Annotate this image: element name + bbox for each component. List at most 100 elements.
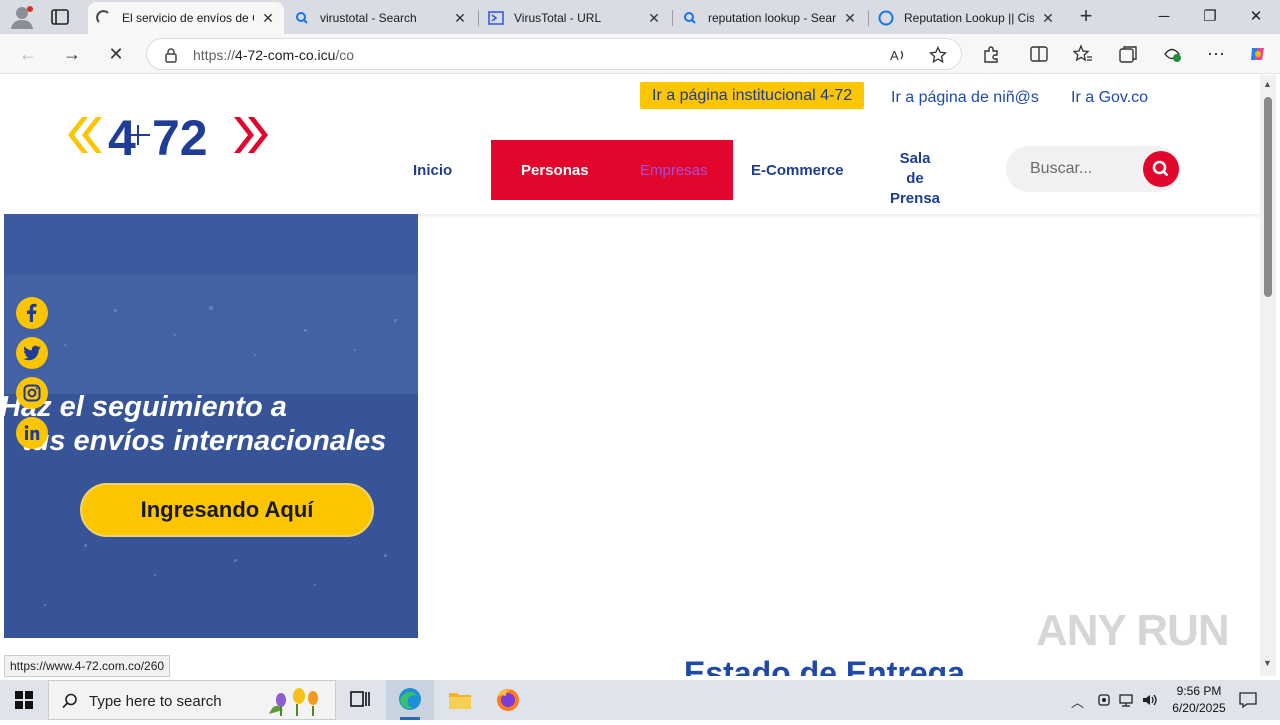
address-bar[interactable]: https://4-72-com-co.icu/co A bbox=[146, 38, 962, 70]
favorites-icon[interactable] bbox=[1073, 44, 1093, 64]
browser-essentials-icon[interactable] bbox=[1162, 44, 1182, 64]
link-hover-status-url: https://www.4-72.com.co/260 bbox=[4, 655, 171, 677]
virustotal-icon bbox=[488, 11, 504, 25]
restore-button[interactable]: ❐ bbox=[1187, 0, 1233, 34]
url-host: 4-72-com-co.icu bbox=[235, 47, 336, 63]
svg-text:A: A bbox=[890, 48, 899, 63]
institucional-page-button[interactable]: Ir a página institucional 4-72 bbox=[640, 82, 865, 109]
linkedin-icon bbox=[24, 425, 40, 440]
site-info-icon[interactable] bbox=[163, 47, 179, 63]
volume-icon[interactable] bbox=[1141, 692, 1159, 708]
minimize-button[interactable]: ─ bbox=[1141, 0, 1187, 34]
tab-title: reputation lookup - Searc bbox=[708, 11, 836, 25]
close-window-button[interactable]: ✕ bbox=[1233, 0, 1279, 34]
taskbar-clock[interactable]: 9:56 PM 6/20/2025 bbox=[1160, 683, 1238, 717]
site-search-box[interactable]: Buscar... bbox=[1006, 146, 1180, 192]
linkedin-link[interactable] bbox=[16, 417, 48, 449]
scrollbar-thumb[interactable] bbox=[1264, 97, 1272, 297]
search-icon bbox=[684, 12, 696, 24]
forward-button[interactable]: → bbox=[60, 42, 84, 66]
taskbar-search-box[interactable]: Type here to search bbox=[48, 680, 336, 720]
twitter-icon bbox=[23, 345, 41, 361]
nav-empresas[interactable]: Empresas bbox=[640, 162, 708, 179]
tab-active[interactable]: El servicio de envíos de C ✕ bbox=[88, 2, 284, 34]
split-screen-icon[interactable] bbox=[1029, 44, 1049, 64]
edge-taskbar-app[interactable] bbox=[386, 680, 434, 720]
search-icon bbox=[62, 693, 77, 709]
close-tab-icon[interactable]: ✕ bbox=[452, 10, 468, 27]
svg-text:72: 72 bbox=[152, 110, 208, 163]
nav-personas[interactable]: Personas bbox=[521, 162, 589, 179]
tab-title: VirusTotal - URL bbox=[514, 11, 602, 25]
search-icon bbox=[296, 12, 308, 24]
profile-icon[interactable] bbox=[8, 3, 36, 31]
banner-headline-line: Haz el seguimiento a bbox=[4, 391, 287, 423]
nav-sala-line: Sala bbox=[899, 150, 931, 167]
close-tab-icon[interactable]: ✕ bbox=[1040, 10, 1056, 27]
tab-separator bbox=[672, 10, 673, 26]
notifications-icon[interactable] bbox=[1238, 690, 1258, 710]
gov-co-link[interactable]: Ir a Gov.co bbox=[1071, 89, 1148, 107]
clock-time: 9:56 PM bbox=[1176, 684, 1222, 698]
file-explorer-icon[interactable] bbox=[436, 680, 484, 720]
settings-menu-button[interactable]: ⋯ bbox=[1204, 42, 1228, 66]
copilot-icon[interactable] bbox=[1248, 44, 1268, 64]
scroll-down-arrow-icon[interactable]: ▼ bbox=[1263, 658, 1272, 668]
scroll-up-arrow-icon[interactable]: ▲ bbox=[1263, 79, 1272, 89]
nav-sala-de-prensa[interactable]: Sala de Prensa bbox=[884, 149, 946, 209]
favorite-star-icon[interactable] bbox=[929, 46, 947, 64]
nav-sala-line: de bbox=[906, 170, 924, 187]
tab-virustotal-search[interactable]: virustotal - Search ✕ bbox=[286, 2, 476, 34]
search-button[interactable] bbox=[1143, 151, 1179, 187]
tulips-search-highlight-icon bbox=[269, 688, 318, 716]
back-button[interactable]: ← bbox=[16, 42, 40, 66]
nav-ecommerce[interactable]: E-Commerce bbox=[751, 162, 844, 179]
tab-reputation-search[interactable]: reputation lookup - Searc ✕ bbox=[674, 2, 866, 34]
site-header: 4 72 Ir a página institucional 4-72 Ir a… bbox=[4, 75, 1260, 214]
4-72-logo[interactable]: 4 72 bbox=[62, 107, 272, 163]
tab-virustotal-url[interactable]: VirusTotal - URL ✕ bbox=[480, 2, 670, 34]
twitter-link[interactable] bbox=[16, 337, 48, 369]
close-tab-icon[interactable]: ✕ bbox=[260, 10, 276, 27]
close-tab-icon[interactable]: ✕ bbox=[842, 10, 858, 27]
firefox-icon[interactable] bbox=[484, 680, 532, 720]
network-icon[interactable] bbox=[1118, 692, 1134, 708]
search-icon bbox=[1152, 160, 1169, 177]
page-scrollbar[interactable]: ▲ ▼ bbox=[1260, 75, 1276, 676]
task-view-icon[interactable] bbox=[336, 680, 384, 720]
taskbar-search-input[interactable]: Type here to search bbox=[89, 693, 222, 710]
stop-loading-button[interactable]: ✕ bbox=[104, 42, 128, 66]
tracking-banner[interactable]: Haz el seguimiento a tus envíos internac… bbox=[4, 214, 418, 638]
tab-actions-icon[interactable] bbox=[48, 6, 72, 28]
tab-separator bbox=[868, 10, 869, 26]
facebook-link[interactable] bbox=[16, 297, 48, 329]
new-tab-button[interactable]: + bbox=[1074, 4, 1098, 28]
instagram-icon bbox=[23, 384, 41, 402]
banner-headline-line: tus envíos internacionales bbox=[22, 425, 387, 457]
nav-sala-line: Prensa bbox=[889, 190, 941, 207]
page-viewport: 4 72 Ir a página institucional 4-72 Ir a… bbox=[4, 75, 1260, 676]
nav-inicio[interactable]: Inicio bbox=[413, 162, 452, 179]
tab-title: El servicio de envíos de C bbox=[122, 11, 254, 25]
close-tab-icon[interactable]: ✕ bbox=[646, 10, 662, 27]
url-text[interactable]: https://4-72-com-co.icu/co bbox=[193, 47, 354, 63]
url-scheme: https:// bbox=[193, 47, 236, 63]
url-path: /co bbox=[335, 47, 355, 63]
cisco-icon bbox=[878, 10, 894, 26]
estado-de-entrega-heading: Estado de Entrega bbox=[684, 655, 965, 676]
tab-title: Reputation Lookup || Cisc bbox=[904, 11, 1034, 25]
tab-cisco-reputation[interactable]: Reputation Lookup || Cisc ✕ bbox=[870, 2, 1064, 34]
show-hidden-icons-icon[interactable]: ︿ bbox=[1071, 692, 1084, 711]
device-icon[interactable] bbox=[1096, 692, 1112, 708]
browser-tab-strip: El servicio de envíos de C ✕ virustotal … bbox=[0, 0, 1280, 34]
windows-start-icon[interactable] bbox=[0, 680, 48, 720]
ingresando-aqui-button[interactable]: Ingresando Aquí bbox=[80, 483, 374, 537]
collections-icon[interactable] bbox=[1118, 44, 1138, 64]
search-input[interactable]: Buscar... bbox=[1030, 160, 1092, 178]
windows-taskbar: Type here to search ︿ 9:56 PM 6/20/2025 bbox=[0, 680, 1280, 720]
ninos-page-link[interactable]: Ir a página de niñ@s bbox=[891, 89, 1039, 107]
loading-spinner-icon bbox=[96, 10, 109, 23]
instagram-link[interactable] bbox=[16, 377, 48, 409]
read-aloud-icon[interactable]: A bbox=[889, 46, 907, 64]
extensions-icon[interactable] bbox=[981, 44, 1001, 64]
